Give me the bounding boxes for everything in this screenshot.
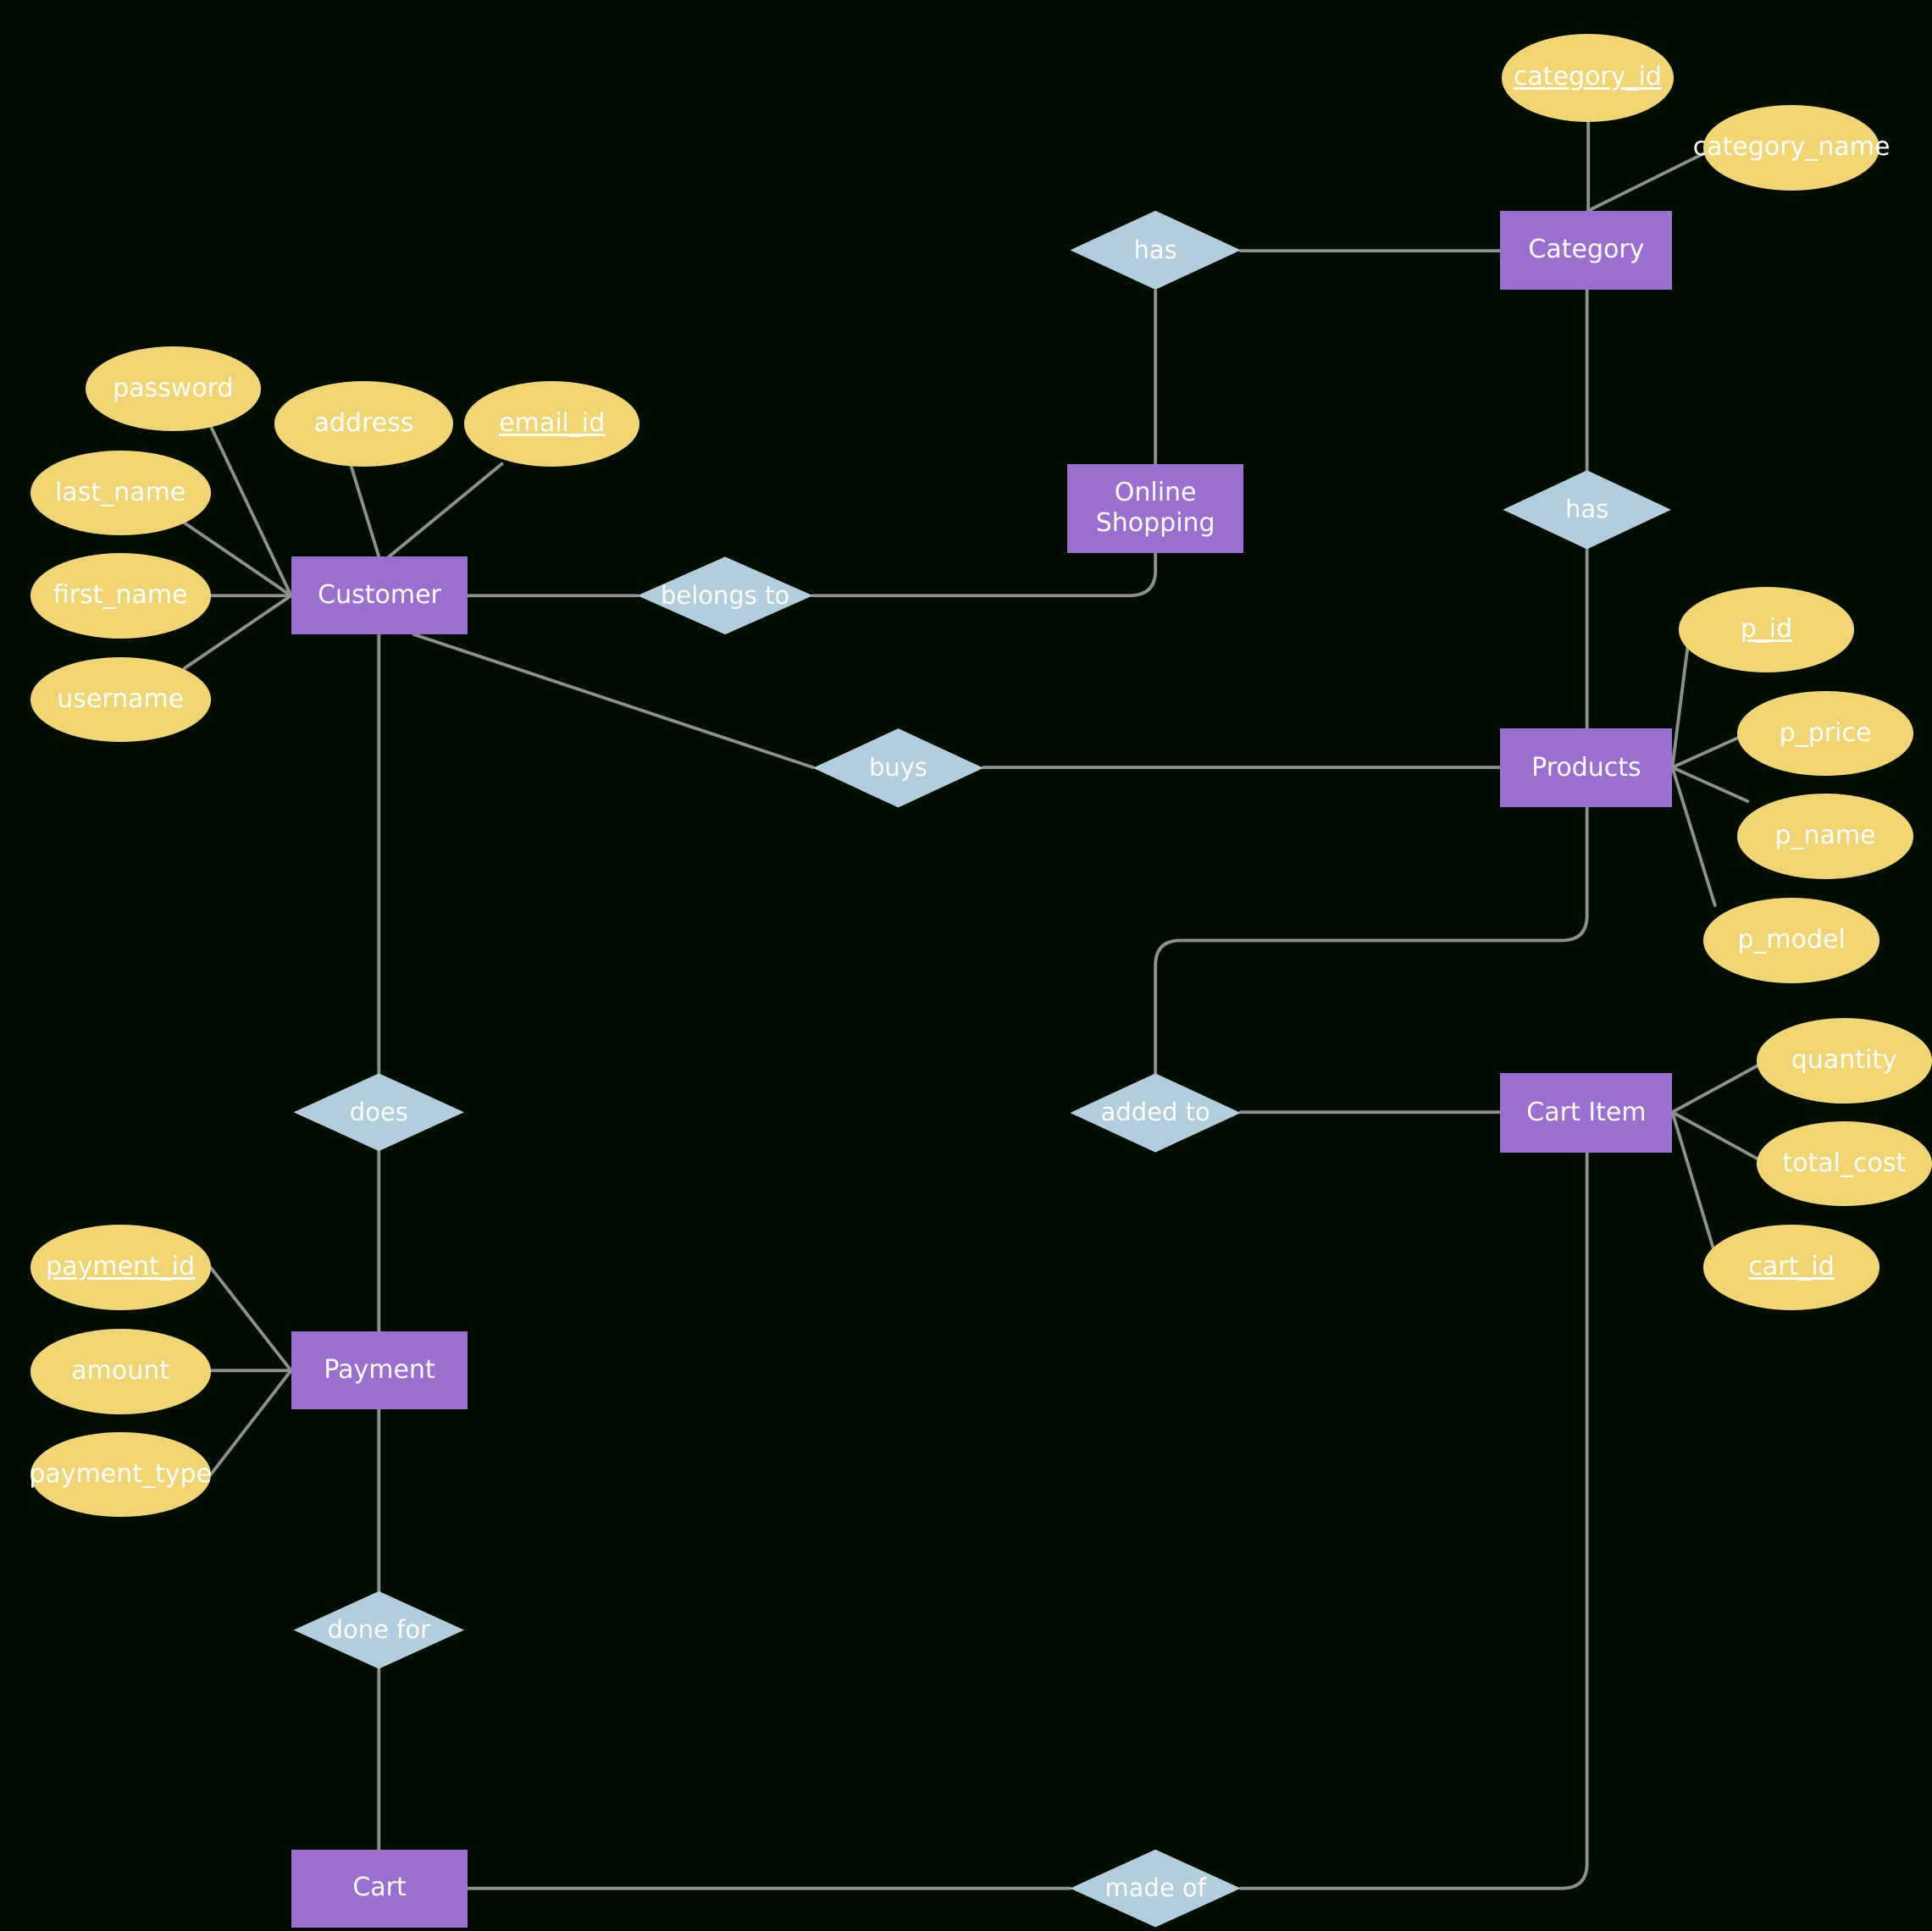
relationship-label: has: [1133, 235, 1177, 264]
attribute-first_name[interactable]: first_name: [30, 552, 211, 639]
attribute-username[interactable]: username: [30, 656, 211, 743]
edge-p_model-products: [1670, 766, 1717, 907]
edge-email_id-customer: [387, 462, 504, 559]
attribute-label: p_name: [1774, 821, 1876, 851]
primary-key-label: email_id: [499, 408, 606, 439]
relationship-label: done for: [327, 1614, 431, 1644]
attribute-label: p_model: [1737, 925, 1846, 955]
relationship-does[interactable]: does: [293, 1073, 465, 1152]
edge-password-customer: [208, 424, 293, 598]
entity-label: Shopping: [1095, 508, 1215, 539]
attribute-cart_id[interactable]: cart_id: [1703, 1225, 1879, 1311]
edge-cart_id-cart_item: [1670, 1110, 1717, 1256]
edge-p_id-products: [1670, 628, 1692, 770]
entity-label: Payment: [324, 1354, 435, 1385]
entity-cart[interactable]: Cart: [291, 1849, 468, 1928]
entity-label: Customer: [318, 579, 441, 610]
relationship-done_for[interactable]: done for: [293, 1591, 465, 1669]
attribute-password[interactable]: password: [85, 346, 262, 432]
attribute-label: payment_type: [29, 1458, 213, 1489]
attribute-address[interactable]: address: [274, 381, 453, 467]
entity-label: Products: [1531, 752, 1641, 783]
attribute-quantity[interactable]: quantity: [1756, 1018, 1932, 1104]
attribute-total_cost[interactable]: total_cost: [1756, 1120, 1932, 1207]
relationship-made_of[interactable]: made of: [1070, 1849, 1241, 1928]
attribute-p_id[interactable]: p_id: [1678, 586, 1855, 672]
entity-label: Cart Item: [1526, 1097, 1647, 1127]
attribute-label: password: [113, 373, 234, 403]
attribute-amount[interactable]: amount: [30, 1329, 211, 1415]
attribute-payment_type[interactable]: payment_type: [29, 1431, 213, 1518]
entity-products[interactable]: Products: [1500, 728, 1673, 808]
relationship-has_products[interactable]: has: [1503, 470, 1671, 550]
attribute-email_id[interactable]: email_id: [464, 381, 640, 467]
relationship-added_to[interactable]: added to: [1070, 1073, 1241, 1153]
edge-total_cost-cart_item: [1670, 1110, 1769, 1165]
edge-products-added_to: [1154, 805, 1589, 1076]
edge-p_price-products: [1670, 732, 1750, 770]
relationship-label: added to: [1100, 1098, 1210, 1127]
edge-p_name-products: [1670, 766, 1750, 803]
entity-customer[interactable]: Customer: [291, 556, 468, 635]
attribute-p_model[interactable]: p_model: [1703, 898, 1879, 983]
relationship-belongs_to[interactable]: belongs to: [637, 556, 813, 635]
edge-belongs_to-online_shopping: [811, 551, 1158, 598]
edge-address-customer: [349, 464, 381, 559]
attribute-label: category_name: [1692, 132, 1890, 163]
edge-quantity-cart_item: [1670, 1059, 1769, 1115]
attribute-label: amount: [71, 1356, 170, 1386]
attribute-p_name[interactable]: p_name: [1737, 794, 1913, 879]
attribute-label: address: [313, 408, 414, 439]
primary-key-label: category_id: [1513, 62, 1662, 92]
edge-made_of-cart_item: [1238, 1150, 1589, 1890]
er-diagram-canvas: Category Online Shopping Customer Products Ca…: [0, 0, 1932, 1931]
relationship-has_category[interactable]: has: [1070, 210, 1241, 290]
attribute-label: p_price: [1779, 717, 1872, 748]
entity-cart_item[interactable]: Cart Item: [1500, 1073, 1673, 1153]
edge-payment_type-payment: [208, 1369, 293, 1477]
entity-payment[interactable]: Payment: [291, 1331, 468, 1410]
entity-label: Category: [1528, 235, 1645, 265]
attribute-label: quantity: [1791, 1045, 1897, 1076]
entity-category[interactable]: Category: [1500, 210, 1673, 290]
attribute-category_name[interactable]: category_name: [1693, 105, 1890, 191]
attribute-category_id[interactable]: category_id: [1501, 33, 1674, 122]
relationship-label: belongs to: [660, 580, 790, 610]
attribute-label: first_name: [53, 579, 188, 610]
attribute-label: username: [57, 683, 185, 714]
primary-key-label: cart_id: [1748, 1252, 1835, 1282]
attribute-p_price[interactable]: p_price: [1737, 690, 1913, 777]
relationship-label: does: [349, 1097, 408, 1126]
primary-key-label: payment_id: [46, 1252, 196, 1282]
relationship-label: made of: [1104, 1873, 1206, 1902]
entity-label: Cart: [352, 1873, 407, 1903]
relationship-buys[interactable]: buys: [812, 728, 984, 808]
edge-payment_id-payment: [208, 1265, 293, 1373]
attribute-last_name[interactable]: last_name: [30, 450, 211, 536]
entity-label: Online: [1114, 477, 1197, 507]
attribute-payment_id[interactable]: payment_id: [30, 1225, 211, 1311]
edge-layer: [182, 119, 1769, 1890]
primary-key-label: p_id: [1740, 613, 1793, 644]
edge-customer-buys: [412, 633, 815, 770]
attribute-label: total_cost: [1782, 1148, 1907, 1178]
attribute-label: last_name: [55, 477, 186, 507]
entity-online_shopping[interactable]: Online Shopping: [1067, 463, 1243, 553]
relationship-label: buys: [868, 753, 928, 783]
relationship-label: has: [1565, 495, 1609, 524]
